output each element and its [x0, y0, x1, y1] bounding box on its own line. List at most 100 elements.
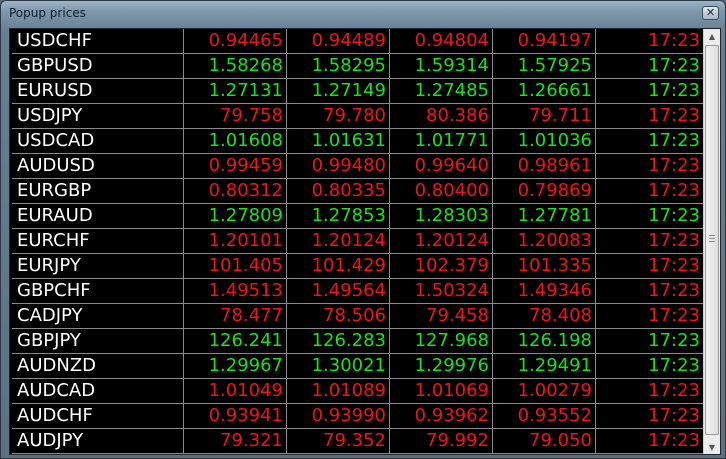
- symbol-cell: EURAUD: [12, 204, 184, 229]
- price-cell-2: 79.352: [287, 429, 390, 454]
- price-cell-4: 1.57925: [493, 54, 596, 79]
- symbol-cell: AUDNZD: [12, 354, 184, 379]
- prices-panel: USDCHF 0.94465 0.94489 0.94804 0.94197 17:23 G…: [9, 28, 721, 455]
- price-cell-4: 101.335: [493, 254, 596, 279]
- price-cell-3: 0.80400: [390, 179, 493, 204]
- price-cell-1: 126.241: [184, 329, 287, 354]
- price-cell-1: 1.01608: [184, 129, 287, 154]
- price-cell-1: 0.94465: [184, 29, 287, 54]
- symbol-cell: GBPJPY: [12, 329, 184, 354]
- price-row[interactable]: USDCAD 1.01608 1.01631 1.01771 1.01036 17:23: [10, 129, 704, 154]
- price-row[interactable]: EURUSD 1.27131 1.27149 1.27485 1.26661 17:23: [10, 79, 704, 104]
- price-cell-4: 79.050: [493, 429, 596, 454]
- time-cell: 17:23: [596, 129, 704, 154]
- price-cell-4: 1.26661: [493, 79, 596, 104]
- time-cell: 17:23: [596, 404, 704, 429]
- price-cell-3: 0.94804: [390, 29, 493, 54]
- price-row[interactable]: USDJPY 79.758 79.780 80.386 79.711 17:23: [10, 104, 704, 129]
- price-cell-1: 1.20101: [184, 229, 287, 254]
- price-cell-4: 0.94197: [493, 29, 596, 54]
- time-cell: 17:23: [596, 179, 704, 204]
- price-cell-4: 1.27781: [493, 204, 596, 229]
- price-row[interactable]: EURAUD 1.27809 1.27853 1.28303 1.27781 17:23: [10, 204, 704, 229]
- price-row[interactable]: EURGBP 0.80312 0.80335 0.80400 0.79869 17:23: [10, 179, 704, 204]
- price-cell-2: 1.01089: [287, 379, 390, 404]
- price-cell-3: 1.59314: [390, 54, 493, 79]
- price-cell-4: 0.93552: [493, 404, 596, 429]
- time-cell: 17:23: [596, 279, 704, 304]
- price-cell-2: 0.93990: [287, 404, 390, 429]
- time-cell: 17:23: [596, 204, 704, 229]
- price-cell-2: 0.94489: [287, 29, 390, 54]
- price-cell-2: 1.30021: [287, 354, 390, 379]
- price-grid: USDCHF 0.94465 0.94489 0.94804 0.94197 17:23 G…: [10, 29, 704, 454]
- price-row[interactable]: EURJPY 101.405 101.429 102.379 101.335 17:23: [10, 254, 704, 279]
- price-row[interactable]: GBPUSD 1.58268 1.58295 1.59314 1.57925 17:23: [10, 54, 704, 79]
- price-cell-2: 126.283: [287, 329, 390, 354]
- vertical-scrollbar[interactable]: ▲ ▼: [703, 29, 720, 454]
- price-cell-1: 1.01049: [184, 379, 287, 404]
- close-button[interactable]: ✕: [702, 6, 719, 20]
- price-cell-2: 1.27149: [287, 79, 390, 104]
- price-row[interactable]: AUDCAD 1.01049 1.01089 1.01069 1.00279 17:23: [10, 379, 704, 404]
- scroll-thumb[interactable]: [705, 45, 719, 435]
- price-cell-3: 1.01771: [390, 129, 493, 154]
- price-row[interactable]: CADJPY 78.477 78.506 79.458 78.408 17:23: [10, 304, 704, 329]
- price-cell-2: 78.506: [287, 304, 390, 329]
- symbol-cell: EURCHF: [12, 229, 184, 254]
- title-bar[interactable]: Popup prices ✕: [1, 1, 725, 27]
- price-cell-3: 0.93962: [390, 404, 493, 429]
- price-cell-2: 79.780: [287, 104, 390, 129]
- price-row[interactable]: USDCHF 0.94465 0.94489 0.94804 0.94197 17:23: [10, 29, 704, 54]
- time-cell: 17:23: [596, 79, 704, 104]
- price-cell-4: 79.711: [493, 104, 596, 129]
- time-cell: 17:23: [596, 329, 704, 354]
- price-cell-4: 1.49346: [493, 279, 596, 304]
- price-row[interactable]: AUDCHF 0.93941 0.93990 0.93962 0.93552 17:23: [10, 404, 704, 429]
- price-cell-1: 1.49513: [184, 279, 287, 304]
- window-title: Popup prices: [9, 6, 86, 20]
- time-cell: 17:23: [596, 29, 704, 54]
- scroll-up-arrow-icon[interactable]: ▲: [706, 30, 718, 44]
- price-cell-3: 127.968: [390, 329, 493, 354]
- price-cell-1: 78.477: [184, 304, 287, 329]
- price-cell-2: 1.27853: [287, 204, 390, 229]
- price-cell-2: 0.80335: [287, 179, 390, 204]
- time-cell: 17:23: [596, 154, 704, 179]
- time-cell: 17:23: [596, 254, 704, 279]
- symbol-cell: USDCHF: [12, 29, 184, 54]
- price-cell-3: 1.28303: [390, 204, 493, 229]
- price-cell-4: 1.01036: [493, 129, 596, 154]
- price-cell-1: 1.29967: [184, 354, 287, 379]
- price-cell-1: 1.27809: [184, 204, 287, 229]
- price-cell-3: 1.20124: [390, 229, 493, 254]
- popup-prices-window: Popup prices ✕ USDCHF 0.94465 0.94489 0.948…: [0, 0, 726, 459]
- scroll-down-arrow-icon[interactable]: ▼: [706, 441, 718, 454]
- price-cell-3: 0.99640: [390, 154, 493, 179]
- price-row[interactable]: AUDJPY 79.321 79.352 79.992 79.050 17:23: [10, 429, 704, 454]
- price-cell-3: 80.386: [390, 104, 493, 129]
- price-cell-4: 0.79869: [493, 179, 596, 204]
- time-cell: 17:23: [596, 104, 704, 129]
- price-row[interactable]: AUDUSD 0.99459 0.99480 0.99640 0.98961 17:23: [10, 154, 704, 179]
- grip-line: [709, 241, 715, 242]
- price-cell-1: 79.321: [184, 429, 287, 454]
- price-cell-4: 1.29491: [493, 354, 596, 379]
- symbol-cell: USDCAD: [12, 129, 184, 154]
- price-cell-3: 1.29976: [390, 354, 493, 379]
- price-row[interactable]: EURCHF 1.20101 1.20124 1.20124 1.20083 17:23: [10, 229, 704, 254]
- time-cell: 17:23: [596, 229, 704, 254]
- price-row[interactable]: AUDNZD 1.29967 1.30021 1.29976 1.29491 17:23: [10, 354, 704, 379]
- price-row[interactable]: GBPJPY 126.241 126.283 127.968 126.198 17:23: [10, 329, 704, 354]
- price-cell-1: 79.758: [184, 104, 287, 129]
- symbol-cell: EURUSD: [12, 79, 184, 104]
- price-cell-3: 1.01069: [390, 379, 493, 404]
- price-row[interactable]: GBPCHF 1.49513 1.49564 1.50324 1.49346 17:23: [10, 279, 704, 304]
- price-cell-2: 101.429: [287, 254, 390, 279]
- symbol-cell: EURGBP: [12, 179, 184, 204]
- time-cell: 17:23: [596, 429, 704, 454]
- symbol-cell: AUDCHF: [12, 404, 184, 429]
- price-cell-2: 1.58295: [287, 54, 390, 79]
- price-cell-3: 102.379: [390, 254, 493, 279]
- symbol-cell: AUDCAD: [12, 379, 184, 404]
